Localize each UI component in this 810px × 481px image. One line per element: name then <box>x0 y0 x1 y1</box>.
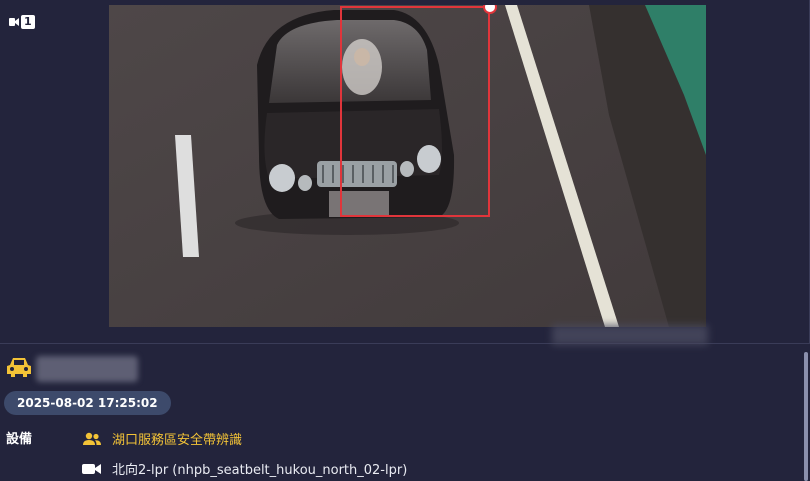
video-camera-icon <box>82 463 101 474</box>
vehicle-snapshot[interactable] <box>109 5 706 341</box>
camera-panel: 1 <box>0 0 810 345</box>
vehicle <box>235 10 459 235</box>
timestamp-badge: 2025-08-02 17:25:02 <box>4 391 171 415</box>
scrollbar[interactable] <box>804 352 808 481</box>
video-camera-icon <box>9 18 19 26</box>
users-icon <box>83 432 101 445</box>
car-icon <box>7 358 31 377</box>
device-label: 設備 <box>6 432 33 447</box>
camera-number: 1 <box>21 15 35 29</box>
device-camera-row: 北向2-lpr (nhpb_seatbelt_hukou_north_02-lp… <box>82 459 407 478</box>
device-camera-name: 北向2-lpr (nhpb_seatbelt_hukou_north_02-lp… <box>112 463 408 478</box>
app-root: 1 2025-08-02 17:25:02 設備 湖口服務區安全帶辨識 北向2-… <box>0 0 810 481</box>
record-info: 2025-08-02 17:25:02 設備 湖口服務區安全帶辨識 北向2-lp… <box>0 344 810 481</box>
camera-badge: 1 <box>9 14 35 30</box>
blurred-caption <box>552 325 708 345</box>
detection-close-icon[interactable] <box>483 5 497 14</box>
device-group-name: 湖口服務區安全帶辨識 <box>112 433 243 448</box>
device-group-row: 湖口服務區安全帶辨識 <box>82 429 242 448</box>
license-plate-redacted <box>36 356 138 382</box>
